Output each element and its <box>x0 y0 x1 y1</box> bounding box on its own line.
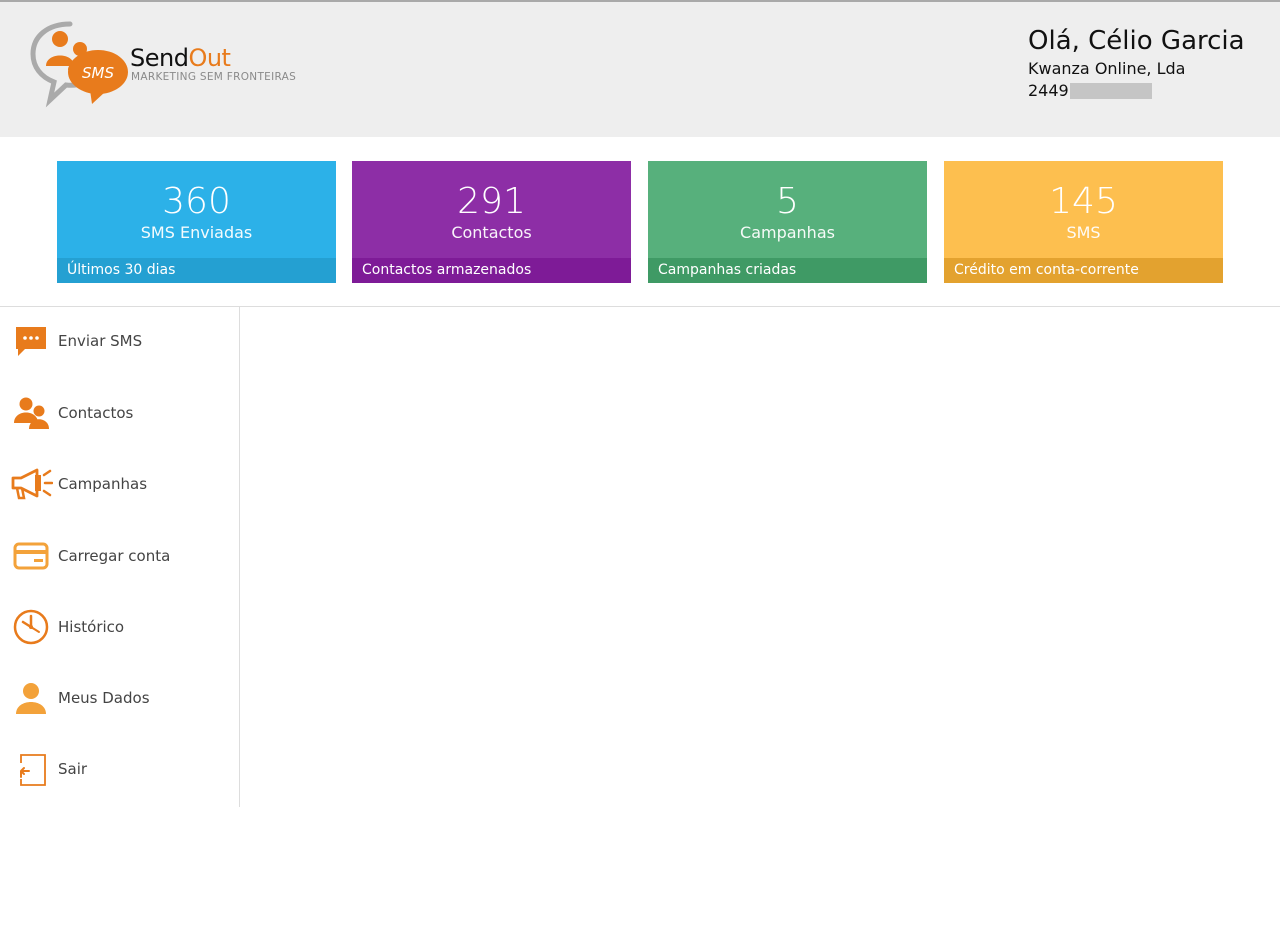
stat-label: Campanhas <box>740 223 835 242</box>
nav-item-campanhas[interactable]: Campanhas <box>0 454 239 514</box>
stat-footer: Últimos 30 dias <box>57 258 336 283</box>
brand-tagline: MARKETING SEM FRONTEIRAS <box>131 71 297 83</box>
chat-bubble-icon <box>8 318 54 364</box>
user-greeting: Olá, Célio Garcia <box>1028 26 1245 56</box>
sidebar: Enviar SMS Contactos Campanhas Carregar … <box>0 307 240 807</box>
stat-label: Contactos <box>451 223 532 242</box>
brand-name: SendOut <box>130 44 231 72</box>
user-icon <box>8 675 54 721</box>
logo-icon: SMS <box>30 21 128 108</box>
user-info: Olá, Célio Garcia Kwanza Online, Lda 244… <box>1028 24 1248 102</box>
clock-icon <box>8 604 54 650</box>
header: SMS SendOut MARKETING SEM FRONTEIRAS Olá… <box>0 2 1280 137</box>
stat-value: 291 <box>457 181 526 222</box>
nav-label: Sair <box>58 760 88 778</box>
brand-name-part1: Send <box>130 44 189 72</box>
user-phone: 2449 <box>1028 80 1248 102</box>
user-company: Kwanza Online, Lda <box>1028 59 1186 78</box>
nav-label: Histórico <box>58 618 125 636</box>
credit-card-icon <box>8 533 54 579</box>
stat-footer: Campanhas criadas <box>648 258 927 283</box>
stat-card-credit[interactable]: 145 SMS Crédito em conta-corrente <box>944 161 1223 283</box>
nav-label: Meus Dados <box>58 689 150 707</box>
stat-label: SMS <box>1066 223 1101 242</box>
svg-text:SMS: SMS <box>82 64 114 82</box>
stat-label: SMS Enviadas <box>140 223 253 242</box>
exit-icon <box>8 746 54 792</box>
megaphone-icon <box>8 461 54 507</box>
redacted-block <box>1069 83 1152 99</box>
nav-label: Enviar SMS <box>58 332 143 350</box>
nav-label: Contactos <box>58 404 134 422</box>
stat-card-sms-sent[interactable]: 360 SMS Enviadas Últimos 30 dias <box>57 161 336 283</box>
stats-cards: 360 SMS Enviadas Últimos 30 dias 291 Con… <box>57 161 1223 283</box>
nav-item-enviar-sms[interactable]: Enviar SMS <box>0 311 239 371</box>
logo[interactable]: SMS SendOut MARKETING SEM FRONTEIRAS <box>30 20 320 110</box>
stat-value: 145 <box>1049 181 1118 222</box>
stat-card-contacts[interactable]: 291 Contactos Contactos armazenados <box>352 161 631 283</box>
stat-value: 360 <box>162 181 231 222</box>
nav-item-sair[interactable]: Sair <box>0 739 239 799</box>
stat-footer: Contactos armazenados <box>352 258 631 283</box>
nav-item-contactos[interactable]: Contactos <box>0 383 239 443</box>
nav-item-historico[interactable]: Histórico <box>0 597 239 657</box>
nav-item-carregar-conta[interactable]: Carregar conta <box>0 526 239 586</box>
brand-name-part2: Out <box>188 44 231 72</box>
nav-item-meus-dados[interactable]: Meus Dados <box>0 668 239 728</box>
nav-label: Campanhas <box>58 475 148 493</box>
nav-label: Carregar conta <box>58 547 171 565</box>
user-phone-prefix: 2449 <box>1028 81 1069 100</box>
stat-footer: Crédito em conta-corrente <box>944 258 1223 283</box>
stat-value: 5 <box>776 181 799 222</box>
users-icon <box>8 390 54 436</box>
stat-card-campaigns[interactable]: 5 Campanhas Campanhas criadas <box>648 161 927 283</box>
